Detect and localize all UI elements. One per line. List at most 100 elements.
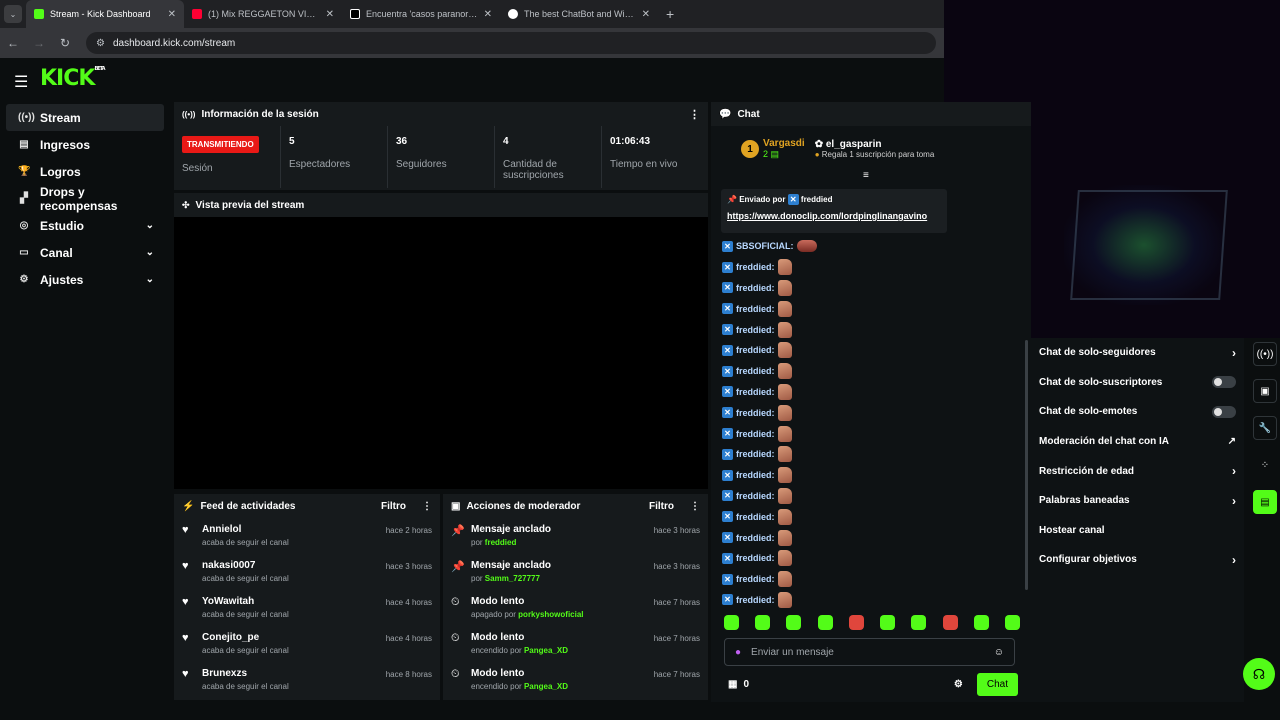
chat-username[interactable]: freddied: [736, 366, 775, 376]
external-icon[interactable]: ↗ [1228, 436, 1236, 447]
url-field[interactable]: ⚙ dashboard.kick.com/stream [86, 32, 936, 54]
chat-username[interactable]: freddied: [736, 491, 775, 501]
forward-arrow-icon[interactable]: → [26, 36, 52, 50]
follower-name[interactable]: Conejito_pe [202, 632, 378, 643]
nodes-icon[interactable]: ⁘ [1253, 453, 1277, 477]
sidebar-item-ingresos[interactable]: ▤ Ingresos [6, 131, 164, 158]
chevron-right-icon[interactable]: › [1232, 346, 1236, 360]
clapper-icon[interactable]: ▤ [1253, 490, 1277, 514]
emote-icon[interactable] [911, 615, 927, 630]
tab-search-icon[interactable]: ⌄ [4, 5, 22, 23]
chat-username[interactable]: freddied: [736, 283, 775, 293]
menu-icon[interactable]: ☰ [14, 72, 28, 92]
sidebar-item-estudio[interactable]: ◎ Estudio ⌄ [6, 212, 164, 239]
back-arrow-icon[interactable]: ← [0, 36, 26, 50]
filter-button[interactable]: Filtro [649, 501, 674, 512]
close-icon[interactable]: ✕ [642, 9, 650, 20]
emote-icon[interactable] [724, 615, 739, 630]
close-icon[interactable]: ✕ [168, 9, 176, 20]
kick-logo[interactable]: KICKBETA [40, 66, 106, 91]
browser-tab-tiktok[interactable]: Encuentra 'casos paranormale ✕ [342, 0, 500, 28]
setting-chat-de-solo-suscriptores[interactable]: Chat de solo-suscriptores [1031, 368, 1244, 398]
chat-username[interactable]: freddied: [736, 262, 775, 272]
pinned-message[interactable]: 📌 Enviado por ✕ freddied https://www.don… [721, 189, 947, 233]
site-info-icon[interactable]: ⚙ [96, 38, 105, 49]
emote-icon[interactable] [755, 615, 771, 630]
mic-icon[interactable]: ● [735, 647, 741, 658]
follower-name[interactable]: Brunexzs [202, 668, 378, 679]
wrench-icon[interactable]: 🔧 [1253, 416, 1277, 440]
emote-icon[interactable] [973, 615, 989, 630]
broadcast-icon[interactable]: ((•)) [1253, 342, 1277, 366]
more-options-icon[interactable]: ⋮ [689, 108, 700, 121]
chat-username[interactable]: freddied: [736, 553, 775, 563]
chat-username[interactable]: freddied: [736, 449, 775, 459]
setting-moderación-del-chat-con-ia[interactable]: Moderación del chat con IA ↗ [1031, 427, 1244, 457]
chat-username[interactable]: freddied: [736, 345, 775, 355]
mod-user[interactable]: Pangea_XD [524, 646, 568, 655]
setting-hostear-canal[interactable]: Hostear canal [1031, 516, 1244, 546]
chat-scrollbar[interactable] [1025, 340, 1028, 590]
send-chat-button[interactable]: Chat [976, 672, 1018, 696]
mod-user[interactable]: Pangea_XD [524, 682, 568, 691]
follower-name[interactable]: YoWawitah [202, 596, 378, 607]
browser-tab-youtube[interactable]: (1) Mix REGGAETON VIEJO (Ol ✕ [184, 0, 342, 28]
filter-button[interactable]: Filtro [381, 501, 406, 512]
chat-username[interactable]: freddied: [736, 595, 775, 605]
chat-username[interactable]: freddied: [736, 533, 775, 543]
gear-icon[interactable]: ⚙ [954, 679, 963, 690]
setting-chat-de-solo-seguidores[interactable]: Chat de solo-seguidores › [1031, 338, 1244, 368]
mod-user[interactable]: porkyshowoficial [518, 610, 583, 619]
chevron-right-icon[interactable]: › [1232, 553, 1236, 567]
emote-icon[interactable] [1004, 615, 1020, 630]
camera-icon[interactable]: ▣ [1253, 379, 1277, 403]
setting-restricción-de-edad[interactable]: Restricción de edad › [1031, 456, 1244, 486]
more-options-icon[interactable]: ⋮ [690, 501, 700, 512]
sidebar-item-canal[interactable]: ▭ Canal ⌄ [6, 239, 164, 266]
chat-input[interactable]: ● Enviar un mensaje ☺ [724, 638, 1015, 666]
mod-user[interactable]: freddied [485, 538, 517, 547]
setting-chat-de-solo-emotes[interactable]: Chat de solo-emotes [1031, 397, 1244, 427]
chevron-down-icon[interactable]: ⌄ [146, 220, 154, 231]
chat-username[interactable]: freddied: [736, 387, 775, 397]
more-options-icon[interactable]: ⋮ [422, 501, 432, 512]
browser-tab-chatbot[interactable]: The best ChatBot and Widgets ✕ [500, 0, 658, 28]
emote-icon[interactable] [786, 615, 802, 630]
emote-icon[interactable] [817, 615, 833, 630]
emote-icon[interactable] [942, 615, 958, 630]
browser-tab-kick[interactable]: Stream - Kick Dashboard ✕ [26, 0, 184, 28]
emote-icon[interactable] [880, 615, 896, 630]
sidebar-item-ajustes[interactable]: ⚙ Ajustes ⌄ [6, 266, 164, 293]
sidebar-item-logros[interactable]: 🏆 Logros [6, 158, 164, 185]
chat-username[interactable]: freddied: [736, 325, 775, 335]
support-icon[interactable]: ☊ [1243, 658, 1275, 690]
chat-username[interactable]: freddied: [736, 429, 775, 439]
follower-name[interactable]: nakasi0007 [202, 560, 378, 571]
follower-name[interactable]: Annielol [202, 524, 378, 535]
close-icon[interactable]: ✕ [326, 9, 334, 20]
new-tab-icon[interactable]: + [666, 6, 674, 22]
chevron-right-icon[interactable]: › [1232, 464, 1236, 478]
filter-lines-icon[interactable]: ≡ [863, 170, 869, 181]
emote-icon[interactable] [848, 615, 864, 630]
top-gifter[interactable]: 1 Vargasdi 2 ▤ ✿ el_gasparin ● Regala 1 … [741, 138, 1021, 160]
chat-username[interactable]: freddied: [736, 408, 775, 418]
chat-username[interactable]: freddied: [736, 574, 775, 584]
chat-username[interactable]: freddied: [736, 470, 775, 480]
toggle-switch[interactable] [1212, 376, 1236, 389]
chevron-right-icon[interactable]: › [1232, 494, 1236, 508]
mod-user[interactable]: Samm_727777 [485, 574, 540, 583]
setting-palabras-baneadas[interactable]: Palabras baneadas › [1031, 486, 1244, 516]
chat-username[interactable]: freddied: [736, 304, 775, 314]
chevron-down-icon[interactable]: ⌄ [146, 274, 154, 285]
emoji-icon[interactable]: ☺ [994, 647, 1004, 658]
reload-icon[interactable]: ↻ [52, 36, 78, 50]
chat-username[interactable]: freddied: [736, 512, 775, 522]
setting-configurar-objetivos[interactable]: Configurar objetivos › [1031, 545, 1244, 575]
sidebar-item-drops-y-recompensas[interactable]: ▞ Drops y recompensas [6, 185, 164, 213]
chevron-down-icon[interactable]: ⌄ [146, 247, 154, 258]
pinned-link[interactable]: https://www.donoclip.com/lordpinglinanga… [727, 211, 941, 221]
sidebar-item-stream[interactable]: ((•)) Stream [6, 104, 164, 131]
chat-username[interactable]: SBSOFICIAL: [736, 241, 794, 251]
close-icon[interactable]: ✕ [484, 9, 492, 20]
